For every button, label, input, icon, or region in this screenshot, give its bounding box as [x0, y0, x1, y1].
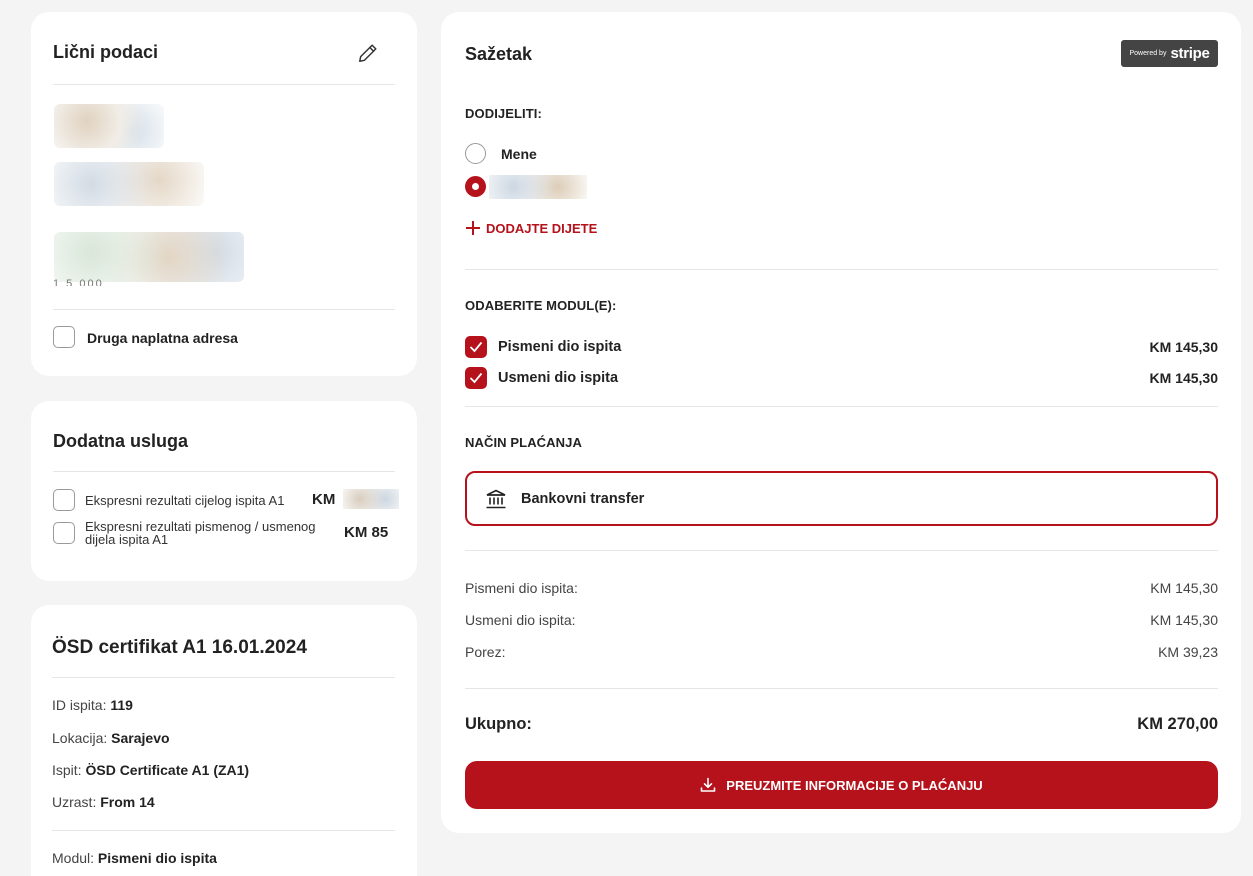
- age-row: Uzrast: From 14: [52, 794, 155, 810]
- summary-card: Sažetak Powered by stripe DODIJELITI: Me…: [441, 12, 1241, 833]
- bank-transfer-label: Bankovni transfer: [521, 491, 645, 507]
- line-tax-value: KM 39,23: [1158, 644, 1218, 660]
- location-value: Sarajevo: [111, 730, 170, 746]
- line-tax-label: Porez:: [465, 644, 506, 660]
- bank-icon: [486, 489, 506, 509]
- age-value: From 14: [100, 794, 155, 810]
- module-written-label: Pismeni dio ispita: [498, 339, 622, 355]
- divider: [53, 309, 395, 310]
- exam-id-row: ID ispita: 119: [52, 697, 133, 713]
- exam-id-value: 119: [110, 697, 133, 713]
- exam-id-key: ID ispita:: [52, 697, 107, 713]
- divider: [465, 269, 1218, 270]
- line-written-label: Pismeni dio ispita:: [465, 580, 578, 596]
- add-child-label: DODAJTE DIJETE: [486, 220, 598, 236]
- divider: [465, 550, 1218, 551]
- certificate-title: ÖSD certifikat A1 16.01.2024: [52, 637, 307, 658]
- certificate-card: ÖSD certifikat A1 16.01.2024 ID ispita: …: [31, 605, 417, 876]
- total-value: KM 270,00: [1137, 715, 1218, 733]
- plus-icon: [466, 221, 480, 235]
- add-child-button[interactable]: DODAJTE DIJETE: [465, 220, 597, 236]
- exam-value: ÖSD Certificate A1 (ZA1): [85, 762, 250, 778]
- express-full-price: KM: [312, 491, 336, 508]
- assign-label: DODIJELITI:: [465, 106, 542, 121]
- age-key: Uzrast:: [52, 794, 97, 810]
- line-oral-label: Usmeni dio ispita:: [465, 612, 576, 628]
- redacted-child-name: [489, 175, 587, 199]
- divider: [465, 688, 1218, 689]
- stripe-logo: stripe: [1170, 45, 1210, 62]
- stripe-badge: Powered by stripe: [1121, 40, 1218, 67]
- total-label: Ukupno:: [465, 715, 532, 733]
- exam-key: Ispit:: [52, 762, 82, 778]
- personal-data-card: Lični podaci 1 5 000 Druga naplatna adre…: [31, 12, 417, 376]
- extra-service-card: Dodatna usluga Ekspresni rezultati cijel…: [31, 401, 417, 581]
- personal-data-title: Lični podaci: [53, 42, 159, 62]
- divider: [52, 677, 395, 678]
- module-oral-label: Usmeni dio ispita: [498, 370, 619, 386]
- module-written-checkbox[interactable]: [465, 336, 487, 358]
- stripe-powered-by: Powered by: [1129, 50, 1167, 57]
- payment-method-label: NAČIN PLAĆANJA: [465, 435, 582, 450]
- checkmark-icon: [469, 372, 483, 384]
- checkmark-icon: [469, 341, 483, 353]
- module-value: Pismeni dio ispita: [97, 850, 217, 866]
- payment-method-bank-transfer[interactable]: Bankovni transfer: [465, 471, 1218, 526]
- redacted-price: [343, 489, 399, 509]
- module-key: Modul:: [52, 850, 95, 866]
- express-partial-checkbox[interactable]: [53, 522, 75, 544]
- divider: [53, 84, 395, 85]
- module-oral-price: KM 145,30: [1149, 370, 1218, 386]
- divider: [465, 406, 1218, 407]
- location-row: Lokacija: Sarajevo: [52, 730, 170, 746]
- extra-service-title: Dodatna usluga: [53, 431, 189, 451]
- billing-address-label: Druga naplatna adresa: [87, 330, 238, 346]
- partial-text: 1 5 000: [53, 278, 104, 286]
- line-written-value: KM 145,30: [1150, 580, 1218, 596]
- exam-row: Ispit: ÖSD Certificate A1 (ZA1): [52, 762, 249, 778]
- download-icon: [700, 777, 716, 792]
- edit-pencil-icon[interactable]: [357, 42, 379, 64]
- module-row: Modul: Pismeni dio ispita: [52, 850, 217, 866]
- divider: [53, 471, 395, 472]
- download-payment-info-button[interactable]: PREUZMITE INFORMACIJE O PLAĆANJU: [465, 761, 1218, 809]
- express-partial-label-line2: dijela ispita A1: [85, 532, 169, 547]
- express-full-checkbox[interactable]: [53, 489, 75, 511]
- location-key: Lokacija:: [52, 730, 108, 746]
- modules-label: ODABERITE MODUL(E):: [465, 298, 617, 313]
- assign-radio-child[interactable]: [465, 176, 486, 197]
- download-button-label: PREUZMITE INFORMACIJE O PLAĆANJU: [726, 777, 983, 793]
- assign-option-me-label: Mene: [501, 146, 537, 162]
- divider: [52, 830, 395, 831]
- module-written-price: KM 145,30: [1149, 339, 1218, 355]
- express-full-label: Ekspresni rezultati cijelog ispita A1: [85, 493, 285, 508]
- module-oral-checkbox[interactable]: [465, 367, 487, 389]
- summary-title: Sažetak: [465, 44, 533, 64]
- billing-address-checkbox[interactable]: [53, 326, 75, 348]
- assign-radio-me[interactable]: [465, 143, 486, 164]
- express-partial-price: KM 85: [344, 524, 389, 541]
- line-oral-value: KM 145,30: [1150, 612, 1218, 628]
